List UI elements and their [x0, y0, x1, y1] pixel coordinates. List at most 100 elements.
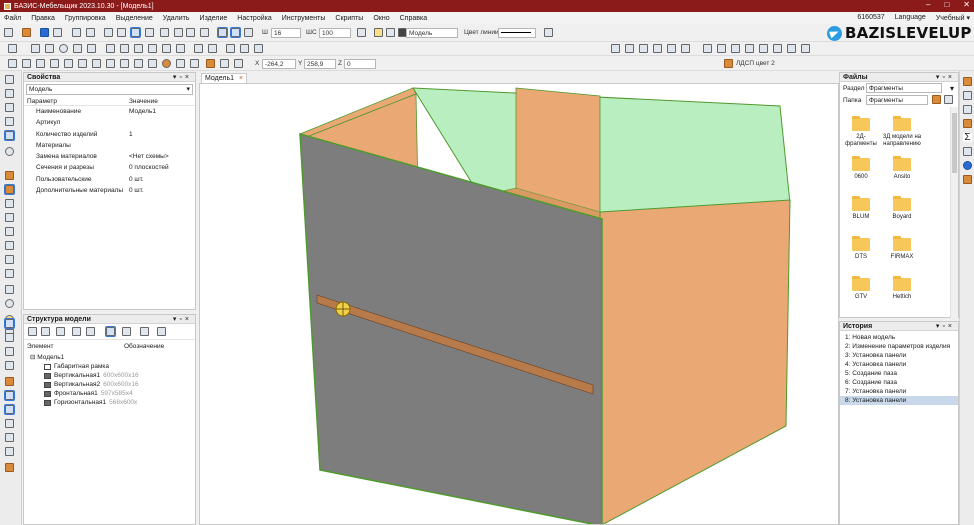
view-left-icon[interactable]: [625, 44, 634, 53]
view-mode-3-icon[interactable]: [244, 28, 253, 37]
snap-icon[interactable]: [186, 28, 195, 37]
cube-frame-icon[interactable]: [5, 213, 14, 222]
folder-icon[interactable]: [852, 276, 870, 291]
panel-frontal-icon[interactable]: [50, 59, 59, 68]
right-side-panel[interactable]: [599, 199, 791, 525]
property-value[interactable]: 1: [129, 129, 195, 140]
view-right-icon[interactable]: [681, 44, 690, 53]
menu-tools[interactable]: Инструменты: [282, 15, 326, 22]
magnet-icon[interactable]: [145, 28, 154, 37]
property-value[interactable]: <Нет схемы>: [129, 151, 195, 162]
folder-label[interactable]: BLUM: [841, 214, 881, 221]
view-mode-2-icon[interactable]: [230, 27, 241, 38]
texture-icon[interactable]: [220, 59, 229, 68]
document-tab[interactable]: Модель1 ×: [201, 73, 248, 83]
folder-icon[interactable]: [893, 236, 911, 251]
files-scrollbar[interactable]: [950, 107, 958, 318]
settings-icon[interactable]: [157, 327, 166, 336]
property-row[interactable]: Пользовательские 0 шт.: [24, 174, 195, 185]
property-value[interactable]: 0 шт.: [129, 174, 195, 185]
edge-icon[interactable]: [176, 59, 185, 68]
tab-close-icon[interactable]: ×: [239, 75, 243, 82]
find-icon[interactable]: [5, 433, 14, 442]
3d-viewport[interactable]: [199, 83, 839, 525]
tree-item[interactable]: Горизонтальная1 568x600x: [44, 398, 137, 407]
selected-panel-icon[interactable]: [4, 184, 15, 195]
folder-label[interactable]: Hettich: [882, 294, 922, 301]
property-row[interactable]: Артикул: [24, 117, 195, 128]
target-icon[interactable]: [5, 299, 14, 308]
component-icon[interactable]: [963, 105, 972, 114]
history-item[interactable]: 6: Создание паза: [840, 378, 958, 387]
history-item[interactable]: 8: Установка панели: [840, 396, 958, 405]
menu-delete[interactable]: Удалить: [163, 15, 190, 22]
material-icon[interactable]: [206, 59, 215, 68]
collapse-icon[interactable]: ⊟: [30, 353, 37, 362]
light-bulb-icon[interactable]: [374, 28, 383, 37]
select-tool-icon[interactable]: [4, 318, 15, 329]
crosshair-icon[interactable]: [226, 44, 235, 53]
folder-select[interactable]: Фрагменты: [866, 95, 928, 105]
shelf-icon[interactable]: [5, 103, 14, 112]
script-icon[interactable]: [544, 28, 553, 37]
tree-root[interactable]: ⊟ Модель1: [30, 353, 64, 362]
folder-label[interactable]: FIRMAX: [882, 254, 922, 261]
new-file-icon[interactable]: [4, 28, 13, 37]
arrow-icon[interactable]: [963, 91, 972, 100]
layer-select[interactable]: Модель: [406, 28, 458, 38]
library-icon[interactable]: [963, 77, 972, 86]
property-row[interactable]: Наименование Модель1: [24, 106, 195, 117]
solid-icon[interactable]: [106, 59, 115, 68]
property-row[interactable]: Материалы: [24, 140, 195, 151]
wireframe-icon[interactable]: [759, 44, 768, 53]
list-icon[interactable]: [140, 327, 149, 336]
fittings-icon[interactable]: [234, 59, 243, 68]
contour-icon[interactable]: [120, 44, 129, 53]
property-value[interactable]: Модель1: [129, 106, 195, 117]
property-row[interactable]: Дополнительные материалы 0 шт.: [24, 185, 195, 196]
shadow-field[interactable]: 100: [319, 28, 351, 38]
history-item[interactable]: 1: Новая модель: [840, 333, 958, 342]
property-row[interactable]: Сечения и разрезы 0 плоскостей: [24, 162, 195, 173]
menu-settings[interactable]: Настройка: [237, 15, 271, 22]
orbit-icon[interactable]: [731, 44, 740, 53]
pan-icon[interactable]: [717, 44, 726, 53]
add-icon[interactable]: [41, 327, 50, 336]
folder-icon[interactable]: [893, 116, 911, 131]
lock-icon[interactable]: [386, 28, 395, 37]
paint-bucket-icon[interactable]: [5, 463, 14, 472]
history-item[interactable]: 2: Изменение параметров изделия: [840, 342, 958, 351]
table-icon[interactable]: [5, 255, 14, 264]
language-menu[interactable]: Language: [895, 14, 926, 22]
copy-icon[interactable]: [5, 419, 14, 428]
view-icon[interactable]: [963, 161, 972, 170]
cut-icon[interactable]: [86, 327, 95, 336]
frame-select-icon[interactable]: [130, 27, 141, 38]
mirror-icon[interactable]: [176, 44, 185, 53]
view-iso-icon[interactable]: [653, 44, 662, 53]
profile-icon[interactable]: [64, 59, 73, 68]
menu-edit[interactable]: Правка: [31, 15, 55, 22]
help-icon[interactable]: [56, 327, 65, 336]
sphere-icon[interactable]: [162, 59, 171, 68]
pattern-icon[interactable]: [106, 44, 115, 53]
folder-label[interactable]: DTS: [841, 254, 881, 261]
offset-icon[interactable]: [254, 44, 263, 53]
rectangle-icon[interactable]: [73, 44, 82, 53]
close-button[interactable]: ✕: [963, 0, 970, 9]
groove-icon[interactable]: [148, 59, 157, 68]
line-width-field[interactable]: 16: [271, 28, 301, 38]
explode-icon[interactable]: [801, 44, 810, 53]
folder-label[interactable]: Boyard: [882, 214, 922, 221]
folder-icon[interactable]: [893, 196, 911, 211]
arc-icon[interactable]: [148, 44, 157, 53]
select-all-icon[interactable]: [104, 28, 113, 37]
grid-icon[interactable]: [117, 28, 126, 37]
box-icon[interactable]: [4, 130, 15, 141]
distribute-icon[interactable]: [4, 404, 15, 415]
layers-icon[interactable]: [963, 147, 972, 156]
box-library-icon[interactable]: [963, 119, 972, 128]
align-icon[interactable]: [4, 390, 15, 401]
folder-up-icon[interactable]: [932, 95, 941, 104]
coord-z-field[interactable]: 0: [344, 59, 376, 69]
